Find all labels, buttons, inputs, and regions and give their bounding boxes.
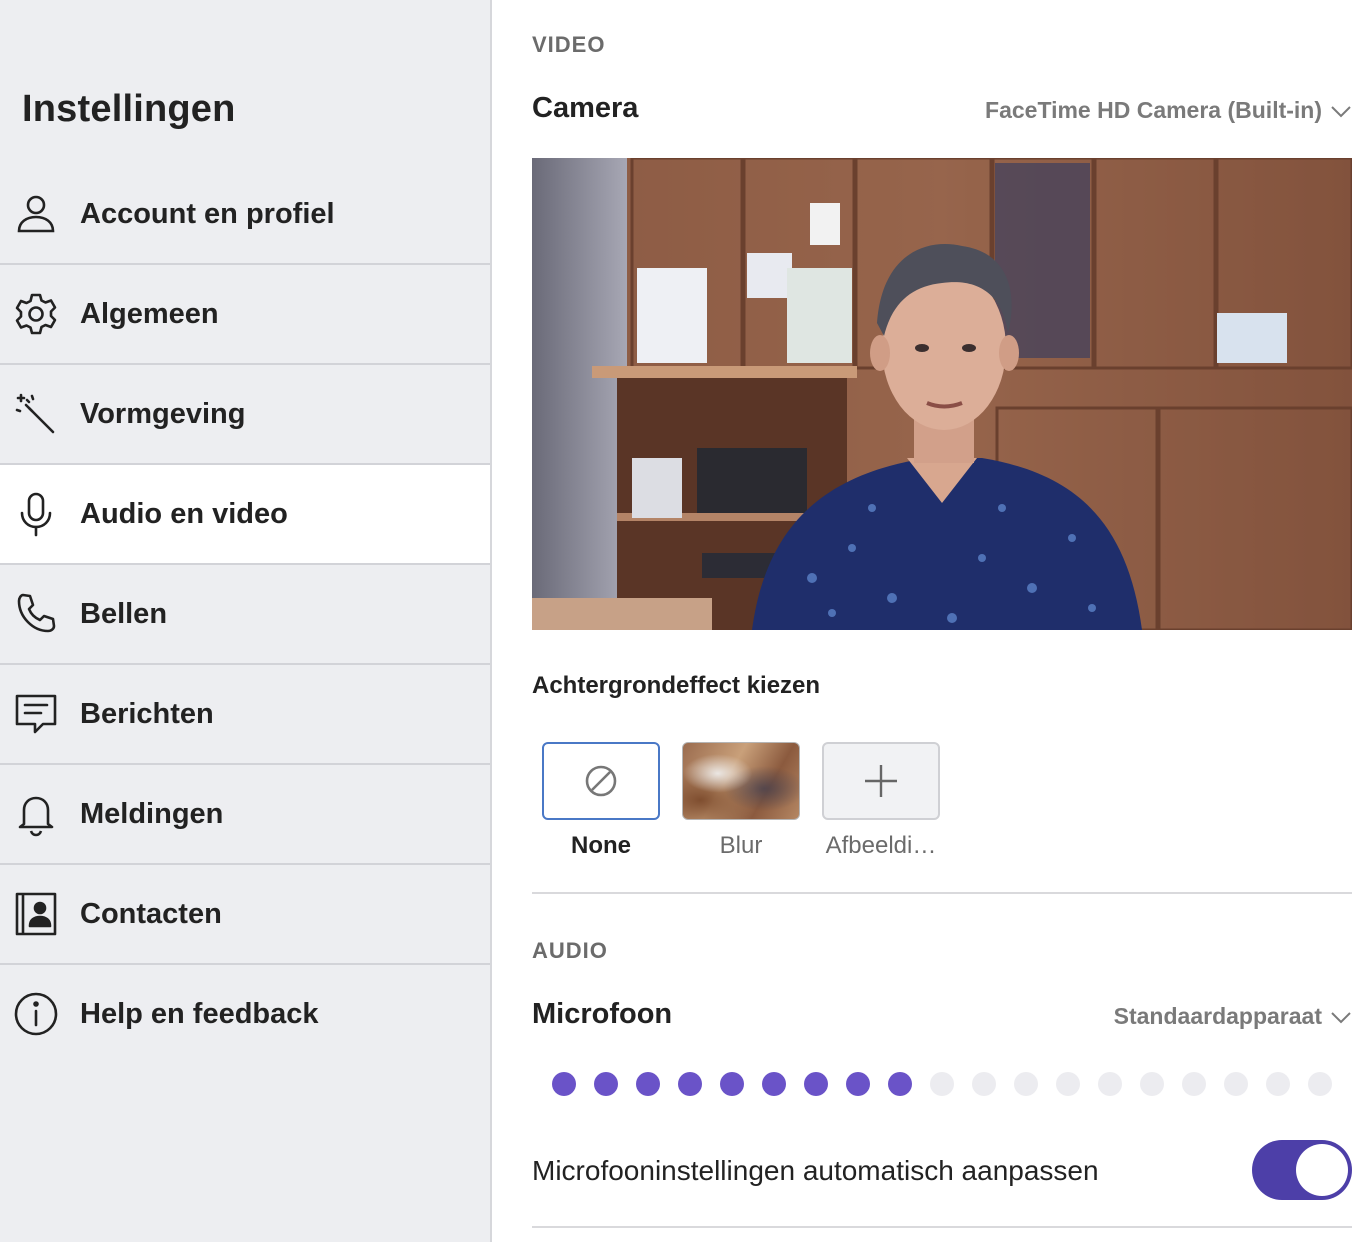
- effect-thumbnail-none: [542, 742, 660, 820]
- effect-label: Blur: [719, 832, 763, 859]
- sidebar-item-audio-video[interactable]: Audio en video: [0, 465, 490, 565]
- camera-select-value: FaceTime HD Camera (Built-in): [985, 97, 1322, 123]
- microphone-level-meter: [552, 1072, 1332, 1096]
- gear-icon: [13, 291, 59, 337]
- none-icon: [585, 765, 617, 797]
- toggle-knob: [1296, 1144, 1348, 1196]
- sidebar-item-appearance[interactable]: Vormgeving: [0, 365, 490, 465]
- background-effect-options: None Blur Afbeeldi…: [542, 742, 940, 860]
- level-dot-active: [720, 1072, 744, 1096]
- bell-icon: [13, 791, 59, 837]
- level-dot-active: [762, 1072, 786, 1096]
- sidebar-item-messages[interactable]: Berichten: [0, 665, 490, 765]
- level-dot-inactive: [1140, 1072, 1164, 1096]
- sidebar-item-label: Contacten: [80, 897, 222, 930]
- level-dot-active: [888, 1072, 912, 1096]
- sidebar-title: Instellingen: [22, 88, 236, 130]
- level-dot-active: [846, 1072, 870, 1096]
- contact-book-icon: [13, 891, 59, 937]
- sidebar-item-label: Algemeen: [80, 297, 219, 330]
- level-dot-active: [552, 1072, 576, 1096]
- audio-section-heading: AUDIO: [532, 938, 608, 963]
- section-divider: [532, 892, 1352, 894]
- plus-icon: [865, 765, 897, 797]
- effect-option-blur[interactable]: Blur: [682, 742, 800, 860]
- settings-nav: Account en profiel Algemeen Vormgeving A…: [0, 165, 490, 1063]
- level-dot-inactive: [1056, 1072, 1080, 1096]
- microphone-select-value: Standaardapparaat: [1113, 1003, 1322, 1029]
- effect-thumbnail-add: [822, 742, 940, 820]
- auto-adjust-label: Microfooninstellingen automatisch aanpas…: [532, 1155, 1099, 1186]
- video-section-heading: VIDEO: [532, 32, 606, 57]
- sidebar-item-label: Bellen: [80, 597, 168, 630]
- microphone-select[interactable]: Standaardapparaat: [1114, 1003, 1352, 1030]
- chevron-down-icon: [1331, 105, 1351, 117]
- microphone-label: Microfoon: [532, 998, 673, 1030]
- sidebar-item-account[interactable]: Account en profiel: [0, 165, 490, 265]
- camera-label: Camera: [532, 92, 639, 124]
- sidebar-item-label: Help en feedback: [80, 997, 319, 1030]
- sidebar-item-contacts[interactable]: Contacten: [0, 865, 490, 965]
- chevron-down-icon: [1331, 1011, 1351, 1023]
- camera-select[interactable]: FaceTime HD Camera (Built-in): [985, 97, 1352, 124]
- auto-adjust-toggle[interactable]: [1252, 1140, 1352, 1200]
- effect-option-none[interactable]: None: [542, 742, 660, 860]
- camera-preview: [532, 158, 1352, 630]
- sidebar-item-label: Berichten: [80, 697, 214, 730]
- auto-adjust-row: Microfooninstellingen automatisch aanpas…: [532, 1140, 1352, 1202]
- settings-sidebar: Instellingen Account en profiel Algemeen…: [0, 0, 492, 1242]
- sidebar-item-label: Audio en video: [80, 497, 288, 530]
- sidebar-item-help[interactable]: Help en feedback: [0, 965, 490, 1063]
- info-icon: [13, 991, 59, 1037]
- sidebar-item-label: Vormgeving: [80, 397, 246, 430]
- microphone-icon: [13, 491, 59, 537]
- level-dot-inactive: [1098, 1072, 1122, 1096]
- blur-thumbnail: [682, 742, 800, 820]
- section-divider: [532, 1226, 1352, 1228]
- level-dot-inactive: [930, 1072, 954, 1096]
- person-icon: [13, 191, 59, 237]
- level-dot-active: [804, 1072, 828, 1096]
- level-dot-inactive: [972, 1072, 996, 1096]
- effect-option-add-image[interactable]: Afbeeldi…: [822, 742, 940, 860]
- level-dot-inactive: [1308, 1072, 1332, 1096]
- message-icon: [13, 691, 59, 737]
- effect-label: Afbeeldi…: [825, 832, 937, 859]
- background-effect-title: Achtergrondeffect kiezen: [532, 672, 821, 699]
- magic-wand-icon: [13, 391, 59, 437]
- level-dot-active: [678, 1072, 702, 1096]
- sidebar-item-notifications[interactable]: Meldingen: [0, 765, 490, 865]
- effect-label: None: [571, 832, 631, 859]
- level-dot-inactive: [1182, 1072, 1206, 1096]
- level-dot-inactive: [1224, 1072, 1248, 1096]
- level-dot-inactive: [1014, 1072, 1038, 1096]
- settings-content: VIDEO Camera FaceTime HD Camera (Built-i…: [492, 0, 1372, 1242]
- phone-icon: [13, 591, 59, 637]
- sidebar-item-label: Meldingen: [80, 797, 224, 830]
- level-dot-active: [636, 1072, 660, 1096]
- level-dot-active: [594, 1072, 618, 1096]
- level-dot-inactive: [1266, 1072, 1290, 1096]
- sidebar-item-label: Account en profiel: [80, 197, 335, 230]
- sidebar-item-general[interactable]: Algemeen: [0, 265, 490, 365]
- sidebar-item-calling[interactable]: Bellen: [0, 565, 490, 665]
